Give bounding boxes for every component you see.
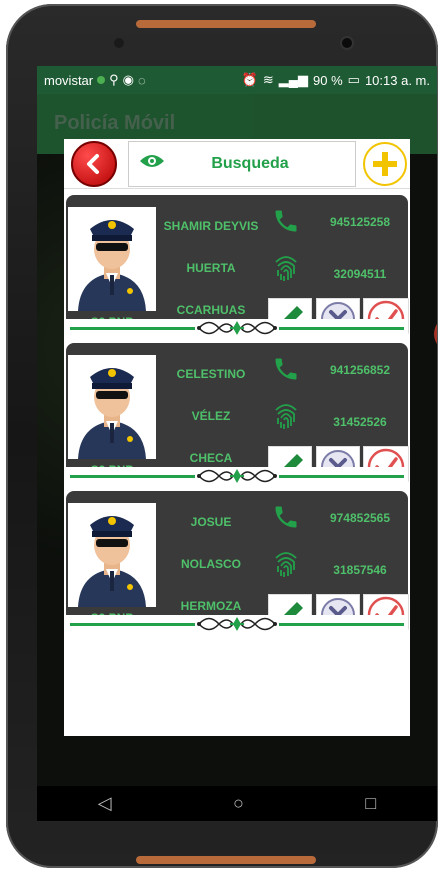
whatsapp-icon: ◌ xyxy=(138,72,146,88)
usb-icon: ⚲ xyxy=(109,72,119,87)
phone-icon xyxy=(268,353,304,385)
officer-dni: 31452526 xyxy=(333,415,387,429)
top-speaker xyxy=(136,20,316,28)
sensor xyxy=(114,38,124,48)
officer-first-name: CELESTINO xyxy=(176,367,246,381)
messenger-icon: ◉ xyxy=(122,72,134,87)
add-button[interactable] xyxy=(360,140,410,188)
back-button[interactable] xyxy=(64,140,124,188)
officer-phone: 974852565 xyxy=(329,511,391,525)
fingerprint-icon xyxy=(268,251,304,283)
status-dot-icon xyxy=(97,76,106,84)
officer-list-dialog: Busqueda SHAMIR DEYVIS HUERTA CCARHUAS 9… xyxy=(64,139,410,736)
battery-percent: 90 % xyxy=(313,72,343,88)
front-camera xyxy=(342,38,352,48)
app-title: Policía Móvil xyxy=(54,112,176,134)
nav-back-icon[interactable]: ◁ xyxy=(98,793,112,814)
alarm-icon: ⏰ xyxy=(241,72,258,87)
back-arrow-icon xyxy=(71,140,117,187)
officer-card[interactable]: S3 PNP SHAMIR DEYVIS HUERTA CCARHUAS 945… xyxy=(64,195,410,337)
card-body: S3 PNP CELESTINO VÉLEZ CHECA 941256852 3… xyxy=(66,343,409,485)
ornament-divider xyxy=(66,467,408,485)
fingerprint-icon xyxy=(268,399,304,431)
dialog-toolbar: Busqueda xyxy=(64,139,410,189)
officer-dni: 31857546 xyxy=(333,563,387,577)
phone-frame: movistar ⚲ ◉ ◌ ⏰ ≋ ▂▄▆ 90 % ▭ 10:13 a. m… xyxy=(6,4,438,868)
officer-card[interactable]: S3 PNP CELESTINO VÉLEZ CHECA 941256852 3… xyxy=(64,343,410,485)
carrier-label: movistar xyxy=(44,72,94,88)
eye-icon xyxy=(139,153,165,174)
nav-home-icon[interactable]: ○ xyxy=(233,793,244,814)
search-label: Busqueda xyxy=(211,154,289,172)
officer-avatar xyxy=(68,503,156,607)
card-body: S3 PNP SHAMIR DEYVIS HUERTA CCARHUAS 945… xyxy=(66,195,409,337)
ornament-divider xyxy=(66,319,408,337)
officer-first-name: JOSUE xyxy=(190,515,232,529)
signal-icon: ▂▄▆ xyxy=(278,72,309,87)
fingerprint-icon xyxy=(268,547,304,579)
officer-card[interactable]: S3 PNP JOSUE NOLASCO HERMOZA 974852565 3… xyxy=(64,491,410,633)
search-button[interactable]: Busqueda xyxy=(128,140,356,187)
officer-second-name: NOLASCO xyxy=(181,557,241,571)
officer-second-name: VÉLEZ xyxy=(191,409,231,423)
clock: 10:13 a. m. xyxy=(364,72,430,88)
android-nav-bar: ◁ ○ □ xyxy=(37,786,437,821)
officer-avatar xyxy=(68,355,156,459)
officer-phone: 945125258 xyxy=(329,215,391,229)
phone-icon xyxy=(268,205,304,237)
add-icon xyxy=(363,141,407,186)
phone-icon xyxy=(268,501,304,533)
battery-icon: ▭ xyxy=(347,72,360,87)
officer-dni: 32094511 xyxy=(333,267,387,281)
ornament-divider xyxy=(66,615,408,633)
card-body: S3 PNP JOSUE NOLASCO HERMOZA 974852565 3… xyxy=(66,491,409,633)
bottom-speaker xyxy=(136,856,316,864)
officer-third-name: CHECA xyxy=(189,451,233,465)
screen: movistar ⚲ ◉ ◌ ⏰ ≋ ▂▄▆ 90 % ▭ 10:13 a. m… xyxy=(37,66,437,821)
officer-phone: 941256852 xyxy=(329,363,391,377)
nav-recents-icon[interactable]: □ xyxy=(365,793,376,814)
officer-third-name: HERMOZA xyxy=(180,599,242,613)
status-bar: movistar ⚲ ◉ ◌ ⏰ ≋ ▂▄▆ 90 % ▭ 10:13 a. m… xyxy=(37,66,437,94)
officer-avatar xyxy=(68,207,156,311)
officer-third-name: CCARHUAS xyxy=(176,303,246,317)
officer-first-name: SHAMIR DEYVIS xyxy=(163,219,259,233)
wifi-icon: ≋ xyxy=(262,72,274,87)
officer-second-name: HUERTA xyxy=(186,261,236,275)
